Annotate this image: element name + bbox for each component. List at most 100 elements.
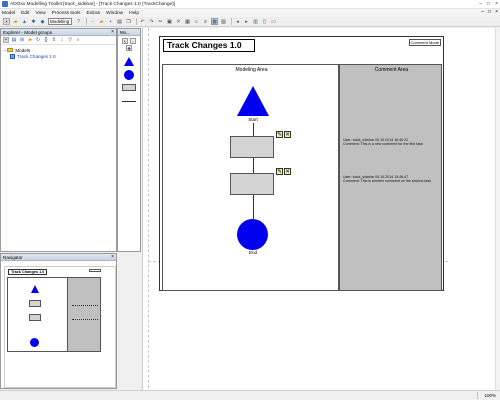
diagram-title: Track Changes 1.0 bbox=[163, 39, 255, 52]
palette-tools: ↖ ▫ bbox=[118, 38, 140, 44]
move-tool-icon[interactable]: ✥ bbox=[126, 45, 132, 51]
arrow-left-icon[interactable]: ◂ bbox=[234, 18, 241, 25]
palette-symbols bbox=[118, 57, 140, 102]
window-icon[interactable]: ▭ bbox=[270, 18, 277, 25]
doc-close-button[interactable]: × bbox=[495, 9, 498, 15]
delete-x-icon[interactable]: ✕ bbox=[284, 131, 291, 138]
delete-x-icon[interactable]: ✕ bbox=[284, 168, 291, 175]
refresh-icon[interactable]: ↻ bbox=[35, 37, 41, 43]
window-controls: – □ × bbox=[479, 1, 498, 7]
settings-icon[interactable]: ✱ bbox=[30, 18, 37, 25]
save-icon[interactable]: ▪ bbox=[107, 18, 114, 25]
explorer-close-button[interactable]: × bbox=[111, 29, 114, 36]
end-symbol-icon[interactable] bbox=[124, 70, 134, 80]
comment-1[interactable]: User: track_sidebar 05.10.2014 15:46:22 … bbox=[343, 138, 441, 147]
toolbar-separator bbox=[86, 18, 87, 25]
menu-process-tools[interactable]: Process tools bbox=[52, 11, 81, 16]
start-symbol-icon[interactable] bbox=[124, 57, 134, 66]
grid-icon[interactable]: ▦ bbox=[184, 18, 191, 25]
new-folder-icon[interactable]: ▰ bbox=[27, 37, 33, 43]
dock-icon[interactable]: ▥ bbox=[252, 18, 259, 25]
find-icon[interactable]: ⌕ bbox=[193, 18, 200, 25]
navigator-title: Navigator bbox=[3, 255, 23, 260]
properties-icon[interactable]: {} bbox=[43, 37, 49, 43]
doc-restore-button[interactable]: □ bbox=[488, 9, 491, 15]
mode-selector[interactable]: Modelling bbox=[48, 18, 72, 25]
menu-view[interactable]: View bbox=[35, 11, 45, 16]
print-icon[interactable]: ▤ bbox=[116, 18, 123, 25]
menu-model[interactable]: Model bbox=[2, 11, 15, 16]
library-icon[interactable]: ▲ bbox=[21, 18, 28, 25]
new-model-icon[interactable]: ▫ bbox=[89, 18, 96, 25]
toolbar-separator bbox=[231, 18, 232, 25]
zoom-level: 100% bbox=[484, 393, 496, 398]
menu-edit[interactable]: Edit bbox=[21, 11, 29, 16]
navigator-model-title: Track Changes 1.0 bbox=[8, 269, 48, 275]
connector-start-to-task1[interactable] bbox=[253, 123, 254, 136]
model-groups-icon[interactable]: ▪ bbox=[3, 37, 9, 43]
navigator-preview[interactable]: Track Changes 1.0 bbox=[4, 266, 116, 388]
expand-icon[interactable]: ⇕ bbox=[51, 37, 57, 43]
start-shape[interactable] bbox=[237, 86, 269, 116]
app-icon bbox=[2, 1, 8, 7]
cut-icon[interactable]: ✂ bbox=[157, 18, 164, 25]
folder-icon[interactable]: ▰ bbox=[12, 18, 19, 25]
navigator-start-shape bbox=[31, 285, 39, 293]
end-shape[interactable] bbox=[237, 219, 268, 250]
connector-symbol-icon[interactable] bbox=[122, 101, 136, 102]
activity-task-2[interactable] bbox=[230, 173, 274, 195]
select-tool-icon[interactable]: ↖ bbox=[122, 38, 128, 44]
zoom-icon[interactable]: ▧ bbox=[220, 18, 227, 25]
close-button[interactable]: × bbox=[495, 1, 498, 7]
connector-task2-to-end[interactable] bbox=[253, 195, 254, 219]
palette-header: Mo... bbox=[118, 29, 140, 36]
menu-window[interactable]: Window bbox=[106, 11, 123, 16]
comment-badge-task-2[interactable]: ✎ ✕ bbox=[276, 168, 291, 175]
menu-extras[interactable]: Extras bbox=[86, 11, 100, 16]
edit-pencil-icon[interactable]: ✎ bbox=[276, 168, 283, 175]
resize-tool-icon[interactable]: ▫ bbox=[130, 38, 136, 44]
edit-pencil-icon[interactable]: ✎ bbox=[276, 131, 283, 138]
comment-2[interactable]: User: track_sidebar 05.10.2014 15:46:47 … bbox=[343, 175, 441, 184]
structure-icon[interactable]: ⊞ bbox=[19, 37, 25, 43]
tree-item-track-changes[interactable]: Track Changes 1.0 bbox=[4, 53, 113, 59]
activity-task-1[interactable] bbox=[230, 136, 274, 158]
tree-item-label: Models bbox=[15, 47, 31, 53]
menu-help[interactable]: Help bbox=[129, 11, 139, 16]
application-window: ADOxx Modelling Toolkit [track_sidebar] … bbox=[0, 0, 500, 400]
delete-icon[interactable]: ✕ bbox=[175, 18, 182, 25]
layout-icon[interactable]: ▯ bbox=[261, 18, 268, 25]
minimize-button[interactable]: – bbox=[479, 1, 482, 7]
paste-icon[interactable]: ▣ bbox=[166, 18, 173, 25]
analysis-icon[interactable]: ◆ bbox=[39, 18, 46, 25]
arrow-right-icon[interactable]: ▸ bbox=[243, 18, 250, 25]
modeling-area: Modeling Area Start ✎ ✕ ✎ ✕ End bbox=[162, 64, 339, 291]
help-icon[interactable]: ? bbox=[75, 18, 82, 25]
align-icon[interactable]: ≡ bbox=[202, 18, 209, 25]
doc-minimize-button[interactable]: – bbox=[481, 9, 484, 15]
tree-item-label: Track Changes 1.0 bbox=[17, 53, 56, 59]
connector-task1-to-task2[interactable] bbox=[253, 158, 254, 173]
filter-icon[interactable]: ▽ bbox=[67, 37, 73, 43]
end-label: End bbox=[248, 250, 257, 255]
zoom-fit-icon[interactable]: ▩ bbox=[211, 18, 218, 25]
vertical-scrollbar[interactable] bbox=[495, 28, 500, 390]
search-icon[interactable]: ⌕ bbox=[75, 37, 81, 43]
open-icon[interactable]: ▰ bbox=[98, 18, 105, 25]
tree-icon[interactable]: ▤ bbox=[11, 37, 17, 43]
copy-icon[interactable]: ❐ bbox=[125, 18, 132, 25]
redo-icon[interactable]: ↷ bbox=[148, 18, 155, 25]
explorer-panel: Explorer - Model groups × ▪ ▤ ⊞ ▰ ↻ {} ⇕… bbox=[0, 28, 117, 252]
sort-icon[interactable]: ↕ bbox=[59, 37, 65, 43]
collapse-icon[interactable]: − bbox=[4, 48, 6, 53]
comment-badge-task-1[interactable]: ✎ ✕ bbox=[276, 131, 291, 138]
component-icon[interactable]: ▪ bbox=[3, 18, 10, 25]
status-bar: 100% bbox=[0, 390, 500, 400]
maximize-button[interactable]: □ bbox=[487, 1, 490, 7]
model-icon bbox=[10, 53, 15, 59]
activity-symbol-icon[interactable] bbox=[122, 84, 136, 91]
navigator-close-button[interactable]: × bbox=[111, 254, 114, 261]
navigator-end-shape bbox=[30, 338, 39, 347]
undo-icon[interactable]: ↶ bbox=[139, 18, 146, 25]
comment-mode-button[interactable]: Comment Mode bbox=[408, 39, 441, 46]
